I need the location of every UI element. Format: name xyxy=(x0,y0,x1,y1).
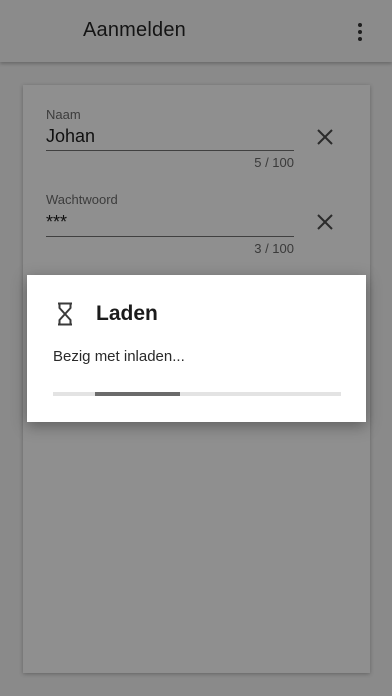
password-char-counter: 3 / 100 xyxy=(254,241,294,256)
page-title: Aanmelden xyxy=(83,19,186,41)
app-bar: Aanmelden xyxy=(0,0,392,62)
name-field-underline xyxy=(46,150,294,151)
name-field[interactable]: Johan xyxy=(46,126,95,147)
dialog-title: Laden xyxy=(96,302,158,325)
dialog-message: Bezig met inladen... xyxy=(53,348,185,365)
more-vert-icon[interactable] xyxy=(350,20,370,44)
progress-bar xyxy=(53,392,341,396)
loading-dialog: Laden Bezig met inladen... xyxy=(27,275,366,422)
password-field[interactable]: *** xyxy=(46,212,67,233)
password-field-underline xyxy=(46,236,294,237)
password-field-label: Wachtwoord xyxy=(46,192,118,207)
name-field-label: Naam xyxy=(46,107,81,122)
name-char-counter: 5 / 100 xyxy=(254,155,294,170)
close-icon[interactable] xyxy=(315,127,335,147)
hourglass-icon xyxy=(56,302,74,326)
close-icon[interactable] xyxy=(315,212,335,232)
progress-indicator xyxy=(95,392,180,396)
